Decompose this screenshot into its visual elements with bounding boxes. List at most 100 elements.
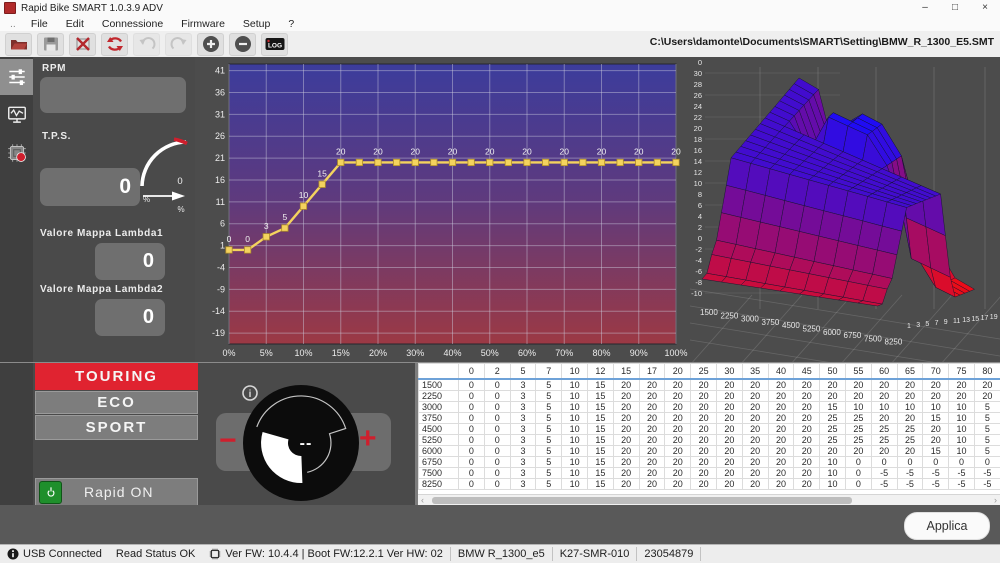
map-cell[interactable]: 20 — [794, 457, 820, 468]
map-cell[interactable]: 20 — [613, 468, 639, 479]
map-cell[interactable]: 20 — [768, 479, 794, 490]
map-cell[interactable]: 0 — [484, 457, 510, 468]
map-cell[interactable]: 20 — [742, 424, 768, 435]
map-cell[interactable]: 20 — [742, 391, 768, 402]
map-cell[interactable]: 20 — [871, 391, 897, 402]
map-cell[interactable]: 25 — [897, 435, 923, 446]
map-cell[interactable]: 25 — [871, 424, 897, 435]
chart-point[interactable] — [393, 159, 399, 165]
chart-point[interactable] — [319, 181, 325, 187]
map-cell[interactable]: 0 — [974, 457, 1000, 468]
map-3d-surface-chart[interactable]: 0302826242220181614121086420-2-4-6-8-101… — [690, 57, 1000, 363]
map-cell[interactable]: 20 — [716, 435, 742, 446]
map-cell[interactable]: 5 — [974, 446, 1000, 457]
maximize-button[interactable]: □ — [940, 0, 970, 16]
chart-point[interactable] — [505, 159, 511, 165]
map-cell[interactable]: 0 — [484, 379, 510, 391]
chart-point[interactable] — [524, 159, 530, 165]
map-cell[interactable]: 20 — [716, 413, 742, 424]
map-cell[interactable]: 0 — [484, 479, 510, 490]
chart-point[interactable] — [598, 159, 604, 165]
applica-button[interactable]: Applica — [904, 512, 990, 540]
map-cell[interactable]: 15 — [587, 468, 613, 479]
map-cell[interactable]: 3 — [510, 379, 536, 391]
map-cell[interactable]: 3 — [510, 435, 536, 446]
map-cell[interactable]: 15 — [820, 402, 846, 413]
map-cell[interactable]: 10 — [820, 479, 846, 490]
map-cell[interactable]: 15 — [923, 446, 949, 457]
map-cell[interactable]: 15 — [587, 457, 613, 468]
mode-sport-button[interactable]: SPORT — [35, 415, 198, 440]
map-cell[interactable]: 20 — [974, 379, 1000, 391]
sidebar-item-sliders[interactable] — [0, 59, 33, 95]
map-cell[interactable]: 20 — [691, 468, 717, 479]
map-cell[interactable]: 20 — [613, 446, 639, 457]
map-cell[interactable]: 5 — [974, 413, 1000, 424]
map-cell[interactable]: 0 — [459, 468, 485, 479]
map-cell[interactable]: 0 — [484, 424, 510, 435]
chart-point[interactable] — [244, 247, 250, 253]
map-cell[interactable]: 0 — [459, 391, 485, 402]
map-cell[interactable]: 20 — [923, 391, 949, 402]
map-cell[interactable]: 20 — [742, 413, 768, 424]
map-cell[interactable]: 10 — [562, 379, 588, 391]
map-cell[interactable]: 20 — [742, 479, 768, 490]
map-cell[interactable]: 3 — [510, 479, 536, 490]
minimize-button[interactable]: – — [910, 0, 940, 16]
map-cell[interactable]: 0 — [845, 468, 871, 479]
map-cell[interactable]: 20 — [691, 402, 717, 413]
rapid-on-button[interactable]: Rapid ON — [35, 478, 198, 506]
map-cell[interactable]: 3 — [510, 468, 536, 479]
map-cell[interactable]: 10 — [562, 413, 588, 424]
map-cell[interactable]: 20 — [665, 435, 691, 446]
map-cell[interactable]: 10 — [562, 468, 588, 479]
map-cell[interactable]: 20 — [639, 457, 665, 468]
map-cell[interactable]: 20 — [768, 391, 794, 402]
map-cell[interactable]: 20 — [613, 402, 639, 413]
undo-button[interactable] — [133, 33, 160, 56]
map-cell[interactable]: 25 — [845, 413, 871, 424]
map-cell[interactable]: 10 — [949, 402, 975, 413]
map-cell[interactable]: 20 — [639, 468, 665, 479]
map-cell[interactable]: 20 — [871, 446, 897, 457]
refresh-button[interactable] — [101, 33, 128, 56]
disconnect-button[interactable] — [69, 33, 96, 56]
map-cell[interactable]: 20 — [794, 468, 820, 479]
map-cell[interactable]: -5 — [897, 479, 923, 490]
map-cell[interactable]: 0 — [459, 379, 485, 391]
map-cell[interactable]: 10 — [923, 402, 949, 413]
map-cell[interactable]: 20 — [820, 379, 846, 391]
map-cell[interactable]: 20 — [613, 435, 639, 446]
map-cell[interactable]: 20 — [897, 391, 923, 402]
map-cell[interactable]: 20 — [665, 413, 691, 424]
map-cell[interactable]: 20 — [871, 379, 897, 391]
map-cell[interactable]: 15 — [587, 479, 613, 490]
map-cell[interactable]: 20 — [639, 479, 665, 490]
map-cell[interactable]: 5 — [536, 424, 562, 435]
map-cell[interactable]: 20 — [716, 446, 742, 457]
chart-point[interactable] — [431, 159, 437, 165]
tps-line-chart[interactable]: 0%5%10%15%20%30%40%50%60%70%80%90%100%41… — [195, 57, 690, 363]
map-cell[interactable]: 10 — [562, 391, 588, 402]
map-cell[interactable]: 10 — [562, 446, 588, 457]
map-cell[interactable]: 20 — [820, 446, 846, 457]
map-cell[interactable]: 20 — [949, 391, 975, 402]
map-cell[interactable]: 10 — [845, 402, 871, 413]
map-cell[interactable]: 10 — [949, 446, 975, 457]
map-cell[interactable]: 0 — [459, 413, 485, 424]
map-cell[interactable]: 10 — [949, 424, 975, 435]
chart-point[interactable] — [226, 247, 232, 253]
scroll-right-arrow[interactable]: › — [994, 495, 997, 505]
map-cell[interactable]: 0 — [484, 402, 510, 413]
map-cell[interactable]: 20 — [716, 402, 742, 413]
map-cell[interactable]: 20 — [716, 457, 742, 468]
map-cell[interactable]: 0 — [949, 457, 975, 468]
map-cell[interactable]: 20 — [768, 468, 794, 479]
chart-point[interactable] — [654, 159, 660, 165]
map-cell[interactable]: -5 — [949, 468, 975, 479]
map-cell[interactable]: 20 — [691, 435, 717, 446]
open-file-button[interactable] — [5, 33, 32, 56]
map-cell[interactable]: 20 — [768, 402, 794, 413]
map-cell[interactable]: 20 — [897, 446, 923, 457]
map-cell[interactable]: 0 — [459, 446, 485, 457]
